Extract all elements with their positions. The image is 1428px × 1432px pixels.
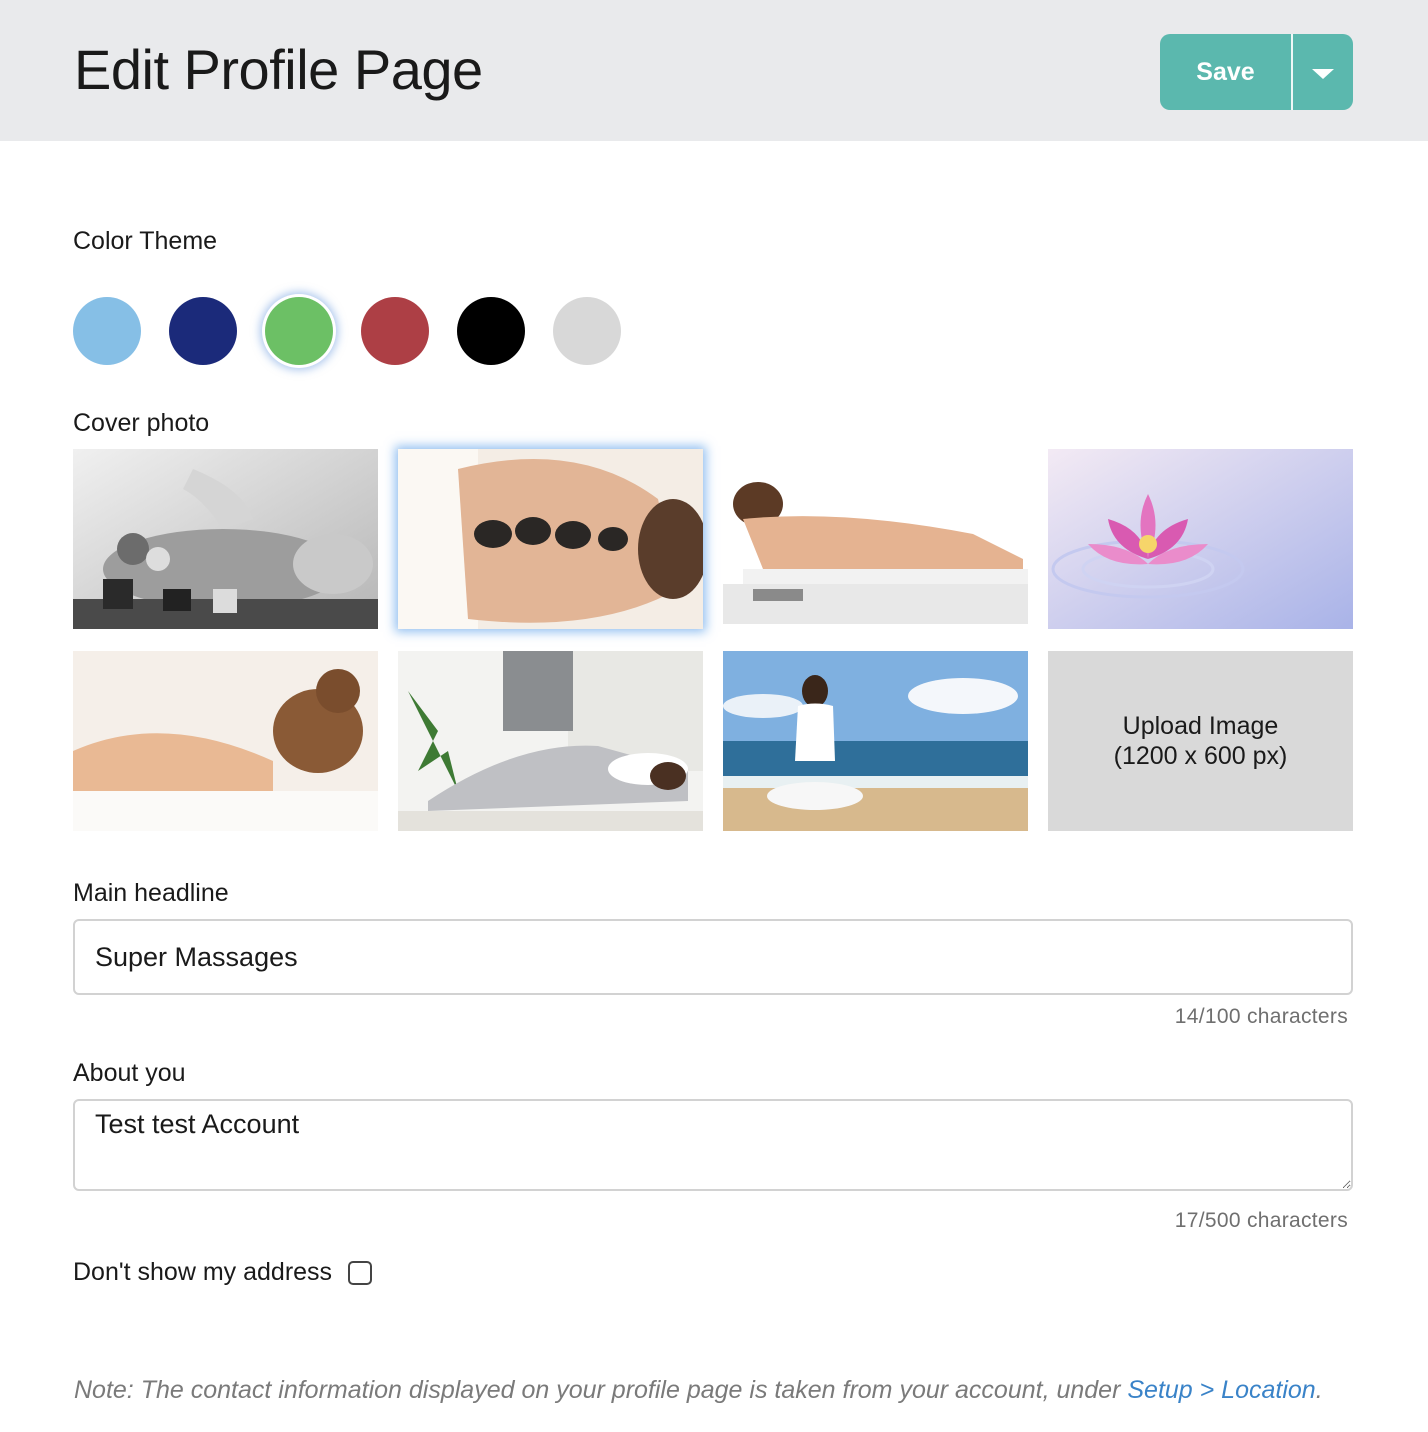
swatch-green[interactable]	[265, 297, 333, 365]
cover-photo-massage-table[interactable]	[723, 449, 1028, 629]
about-you-counter: 17/500 characters	[1174, 1209, 1348, 1232]
address-option: Don't show my address	[73, 1258, 373, 1287]
cover-photo-hot-stones[interactable]	[398, 449, 703, 629]
color-theme-label: Color Theme	[73, 227, 218, 255]
main-headline-label: Main headline	[73, 879, 229, 907]
cover-photo-beach-meditation[interactable]	[723, 651, 1028, 831]
main-headline-input[interactable]	[73, 919, 1353, 995]
address-checkbox-label: Don't show my address	[73, 1258, 333, 1286]
swatch-black[interactable]	[457, 297, 525, 365]
beach-meditation-image	[723, 651, 1028, 831]
save-button[interactable]: Save	[1160, 34, 1291, 110]
lotus-flower-image	[1048, 449, 1353, 629]
swatch-light-blue[interactable]	[73, 297, 141, 365]
hot-stones-image	[398, 449, 703, 629]
massage-table-image	[723, 449, 1028, 629]
cover-photo-woman-relaxing[interactable]	[73, 651, 378, 831]
swatch-red[interactable]	[361, 297, 429, 365]
swatch-light-gray[interactable]	[553, 297, 621, 365]
cover-photo-physio-stretch[interactable]	[398, 651, 703, 831]
main-headline-counter: 14/100 characters	[1174, 1005, 1348, 1028]
cover-photo-lotus-flower[interactable]	[1048, 449, 1353, 629]
upload-line-2: (1200 x 600 px)	[1113, 742, 1288, 770]
cover-photo-massage-bw[interactable]	[73, 449, 378, 629]
note-text: Note: The contact information displayed …	[74, 1376, 1128, 1404]
save-divider	[1291, 34, 1293, 110]
upload-line-1: Upload Image	[1122, 712, 1279, 740]
physio-stretch-image	[398, 651, 703, 831]
address-checkbox[interactable]	[348, 1260, 373, 1285]
about-you-label: About you	[73, 1059, 186, 1087]
color-swatches	[73, 297, 621, 365]
chevron-down-icon	[1312, 69, 1334, 79]
cover-photo-grid: Upload Image (1200 x 600 px)	[73, 449, 1353, 831]
setup-location-link[interactable]: Setup > Location	[1127, 1376, 1315, 1404]
save-button-group: Save	[1160, 34, 1353, 110]
woman-relaxing-image	[73, 651, 378, 831]
swatch-navy[interactable]	[169, 297, 237, 365]
massage-bw-image	[73, 449, 378, 629]
contact-note: Note: The contact information displayed …	[74, 1376, 1323, 1405]
about-you-textarea[interactable]: Test test Account	[73, 1099, 1353, 1191]
save-options-dropdown[interactable]	[1293, 34, 1353, 110]
note-end: .	[1315, 1376, 1323, 1404]
upload-image-button[interactable]: Upload Image (1200 x 600 px)	[1048, 651, 1353, 831]
page-header: Edit Profile Page Save	[0, 0, 1428, 141]
cover-photo-label: Cover photo	[73, 409, 210, 437]
page-title: Edit Profile Page	[74, 38, 483, 101]
